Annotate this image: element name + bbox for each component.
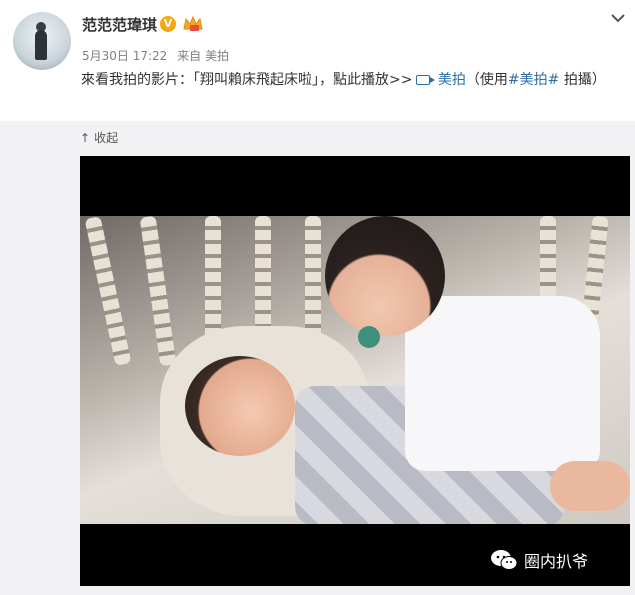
crown-badge-icon (183, 15, 203, 31)
post-text: 來看我拍的影片：「翔叫賴床飛起床啦」，點此播放>> 美拍（使用#美拍# 拍攝） (81, 68, 621, 92)
crib-bar (84, 216, 132, 367)
baby-lying-head (185, 356, 295, 456)
baby-shirt (405, 296, 600, 471)
video-camera-icon (416, 75, 436, 85)
wechat-icon (491, 550, 518, 570)
collapse-button[interactable]: ↑ 收起 (80, 129, 118, 146)
meipai-link[interactable]: 美拍 (438, 72, 466, 88)
post-text-main: 來看我拍的影片：「翔叫賴床飛起床啦」，點此播放>> (81, 72, 413, 88)
post-text-tail: 拍攝） (559, 72, 606, 88)
avatar-figure-body (35, 30, 47, 60)
crib-bar (139, 216, 177, 367)
post-source-link[interactable]: 美拍 (205, 49, 229, 63)
watermark-text: 圈内扒爷 (524, 552, 589, 571)
post-date[interactable]: 5月30日 17:22 (82, 49, 167, 63)
avatar[interactable] (13, 12, 71, 70)
hashtag-link[interactable]: #美拍# (508, 72, 559, 88)
post-meta: 5月30日 17:22 来自 美拍 (82, 47, 235, 64)
post-text-paren: （使用 (465, 72, 508, 88)
collapse-arrow-icon: ↑ (80, 131, 91, 145)
post-from-label: 来自 (177, 49, 202, 63)
baby-leg (550, 461, 630, 511)
baby-standing-head (325, 216, 445, 336)
username[interactable]: 范范范瑋琪 (82, 14, 157, 35)
video-player[interactable]: 圈内扒爷 (80, 156, 630, 586)
collapse-label: 收起 (94, 131, 119, 145)
watermark: 圈内扒爷 (490, 548, 588, 572)
chevron-down-icon[interactable] (610, 12, 626, 24)
pacifier (358, 326, 380, 348)
verified-v-icon: V (160, 16, 176, 32)
video-frame (80, 216, 630, 524)
